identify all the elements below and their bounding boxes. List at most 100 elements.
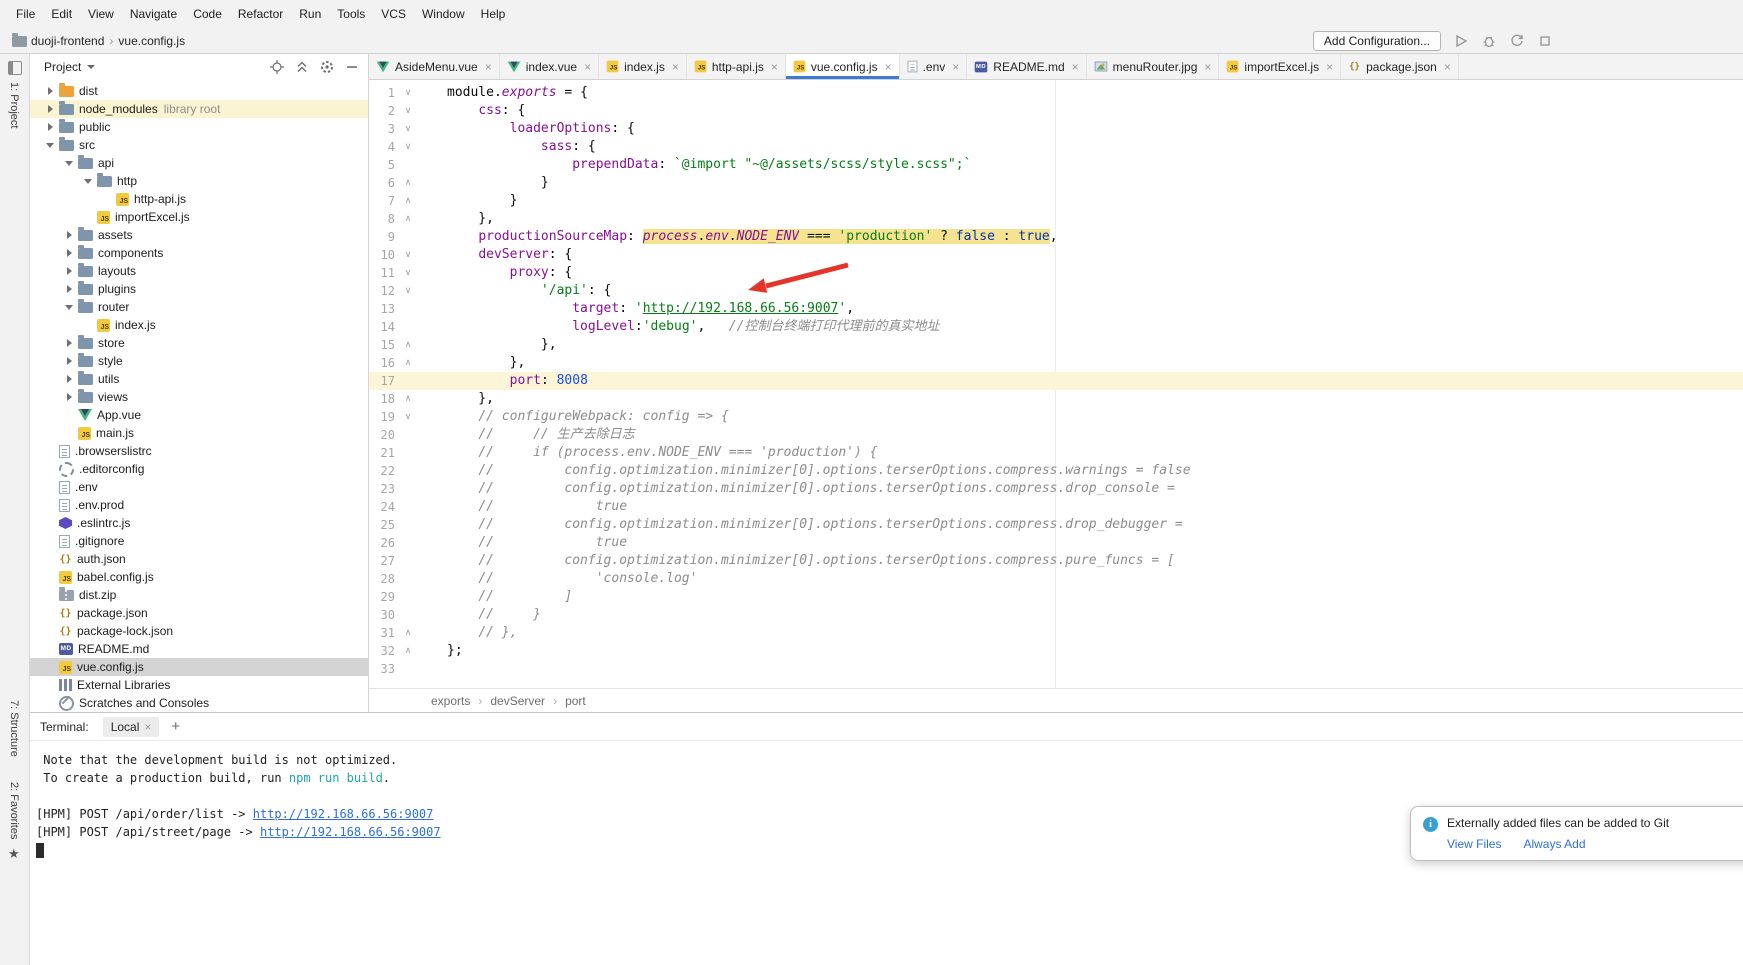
tab-package-json[interactable]: package.json× — [1341, 54, 1459, 79]
tree-item-http-api-js[interactable]: http-api.js — [30, 190, 368, 208]
tree-item-dist-zip[interactable]: dist.zip — [30, 586, 368, 604]
chevron-right-icon[interactable] — [63, 262, 76, 280]
tab-env[interactable]: .env× — [900, 54, 968, 79]
tree-item-vue-config-js[interactable]: vue.config.js — [30, 658, 368, 676]
tab-vue-config-js[interactable]: vue.config.js× — [786, 54, 900, 79]
tree-item-http[interactable]: http — [30, 172, 368, 190]
tab-index-js[interactable]: index.js× — [599, 54, 687, 79]
collapse-all-icon[interactable] — [294, 59, 310, 75]
chevron-down-icon[interactable] — [87, 65, 95, 69]
tree-item-plugins[interactable]: plugins — [30, 280, 368, 298]
debug-icon[interactable] — [1481, 33, 1497, 49]
close-icon[interactable]: × — [144, 720, 151, 734]
fold-marker-icon[interactable]: ∨ — [395, 84, 421, 102]
fold-marker-icon[interactable]: ∧ — [395, 624, 421, 642]
fold-marker-icon[interactable]: ∧ — [395, 192, 421, 210]
chevron-right-icon[interactable] — [63, 388, 76, 406]
tree-item-main-js[interactable]: main.js — [30, 424, 368, 442]
fold-marker-icon[interactable]: ∨ — [395, 138, 421, 156]
structure-stripe-button[interactable]: 7: Structure — [8, 700, 20, 757]
tree-item-index-js[interactable]: index.js — [30, 316, 368, 334]
breadcrumb-port[interactable]: port — [565, 694, 586, 708]
tree-item-editorconfig[interactable]: .editorconfig — [30, 460, 368, 478]
project-stripe-button[interactable]: 1: Project — [8, 82, 20, 128]
tree-item-browserslistrc[interactable]: .browserslistrc — [30, 442, 368, 460]
menu-item-tools[interactable]: Tools — [329, 4, 373, 24]
close-icon[interactable]: × — [1444, 60, 1451, 74]
fold-marker-icon[interactable]: ∧ — [395, 336, 421, 354]
add-configuration-button[interactable]: Add Configuration... — [1313, 31, 1441, 51]
fold-marker-icon[interactable]: ∧ — [395, 390, 421, 408]
hide-panel-icon[interactable] — [344, 59, 360, 75]
close-icon[interactable]: × — [672, 60, 679, 74]
tree-item-layouts[interactable]: layouts — [30, 262, 368, 280]
breadcrumb-devserver[interactable]: devServer — [490, 694, 545, 708]
tree-item-auth-json[interactable]: auth.json — [30, 550, 368, 568]
tab-menurouter-jpg[interactable]: menuRouter.jpg× — [1087, 54, 1220, 79]
menu-item-window[interactable]: Window — [414, 4, 473, 24]
tree-item-utils[interactable]: utils — [30, 370, 368, 388]
tree-item-store[interactable]: store — [30, 334, 368, 352]
tree-item-public[interactable]: public — [30, 118, 368, 136]
chevron-right-icon[interactable] — [63, 352, 76, 370]
chevron-right-icon[interactable] — [44, 82, 57, 100]
tree-item-external-libraries[interactable]: External Libraries — [30, 676, 368, 694]
fold-marker-icon[interactable]: ∨ — [395, 246, 421, 264]
tree-item-dist[interactable]: dist — [30, 82, 368, 100]
chevron-right-icon[interactable] — [44, 118, 57, 136]
tree-item-node-modules[interactable]: node_moduleslibrary root — [30, 100, 368, 118]
close-icon[interactable]: × — [771, 60, 778, 74]
fold-marker-icon[interactable]: ∨ — [395, 120, 421, 138]
breadcrumb-file[interactable]: vue.config.js — [118, 34, 185, 48]
menu-item-run[interactable]: Run — [291, 4, 329, 24]
menu-item-edit[interactable]: Edit — [43, 4, 80, 24]
tab-importexcel-js[interactable]: importExcel.js× — [1219, 54, 1341, 79]
tree-item-importexcel-js[interactable]: importExcel.js — [30, 208, 368, 226]
menu-item-code[interactable]: Code — [185, 4, 230, 24]
tab-index-vue[interactable]: index.vue× — [500, 54, 599, 79]
stop-icon[interactable] — [1537, 33, 1553, 49]
chevron-right-icon[interactable] — [63, 280, 76, 298]
close-icon[interactable]: × — [1072, 60, 1079, 74]
locate-file-icon[interactable] — [269, 59, 285, 75]
run-icon[interactable] — [1453, 33, 1469, 49]
chevron-right-icon[interactable] — [63, 370, 76, 388]
chevron-right-icon[interactable] — [63, 226, 76, 244]
breadcrumb-project[interactable]: duoji-frontend — [31, 34, 104, 48]
tab-http-api-js[interactable]: http-api.js× — [687, 54, 786, 79]
fold-marker-icon[interactable]: ∧ — [395, 174, 421, 192]
fold-marker-icon[interactable]: ∧ — [395, 354, 421, 372]
notification-action-always-add[interactable]: Always Add — [1523, 837, 1585, 851]
terminal-tab-local[interactable]: Local × — [103, 717, 160, 737]
favorites-stripe-button[interactable]: 2: Favorites — [8, 782, 20, 839]
code-editor[interactable]: 1∨module.exports = {2∨ css: {3∨ loaderOp… — [369, 80, 1743, 688]
terminal-link[interactable]: http://192.168.66.56:9007 — [260, 825, 441, 839]
tree-item-scratches-and-consoles[interactable]: Scratches and Consoles — [30, 694, 368, 712]
gear-icon[interactable] — [319, 59, 335, 75]
breadcrumb-exports[interactable]: exports — [431, 694, 470, 708]
menu-item-file[interactable]: File — [8, 4, 43, 24]
tree-item-package-json[interactable]: package.json — [30, 604, 368, 622]
fold-marker-icon[interactable]: ∨ — [395, 102, 421, 120]
close-icon[interactable]: × — [952, 60, 959, 74]
chevron-right-icon[interactable] — [63, 244, 76, 262]
fold-marker-icon[interactable]: ∨ — [395, 282, 421, 300]
close-icon[interactable]: × — [485, 60, 492, 74]
notification-action-view-files[interactable]: View Files — [1447, 837, 1501, 851]
terminal-link[interactable]: http://192.168.66.56:9007 — [253, 807, 434, 821]
fold-marker-icon[interactable]: ∨ — [395, 408, 421, 426]
tree-item-gitignore[interactable]: .gitignore — [30, 532, 368, 550]
tree-item-style[interactable]: style — [30, 352, 368, 370]
tree-item-readme-md[interactable]: README.md — [30, 640, 368, 658]
tab-asidemenu-vue[interactable]: AsideMenu.vue× — [369, 54, 500, 79]
tree-item-env[interactable]: .env — [30, 478, 368, 496]
fold-marker-icon[interactable]: ∧ — [395, 210, 421, 228]
tree-item-views[interactable]: views — [30, 388, 368, 406]
project-panel-title[interactable]: Project — [44, 60, 81, 74]
tree-item-assets[interactable]: assets — [30, 226, 368, 244]
tab-readme-md[interactable]: README.md× — [967, 54, 1086, 79]
fold-marker-icon[interactable]: ∧ — [395, 642, 421, 660]
chevron-right-icon[interactable] — [63, 334, 76, 352]
menu-item-refactor[interactable]: Refactor — [230, 4, 291, 24]
chevron-down-icon[interactable] — [44, 136, 57, 154]
